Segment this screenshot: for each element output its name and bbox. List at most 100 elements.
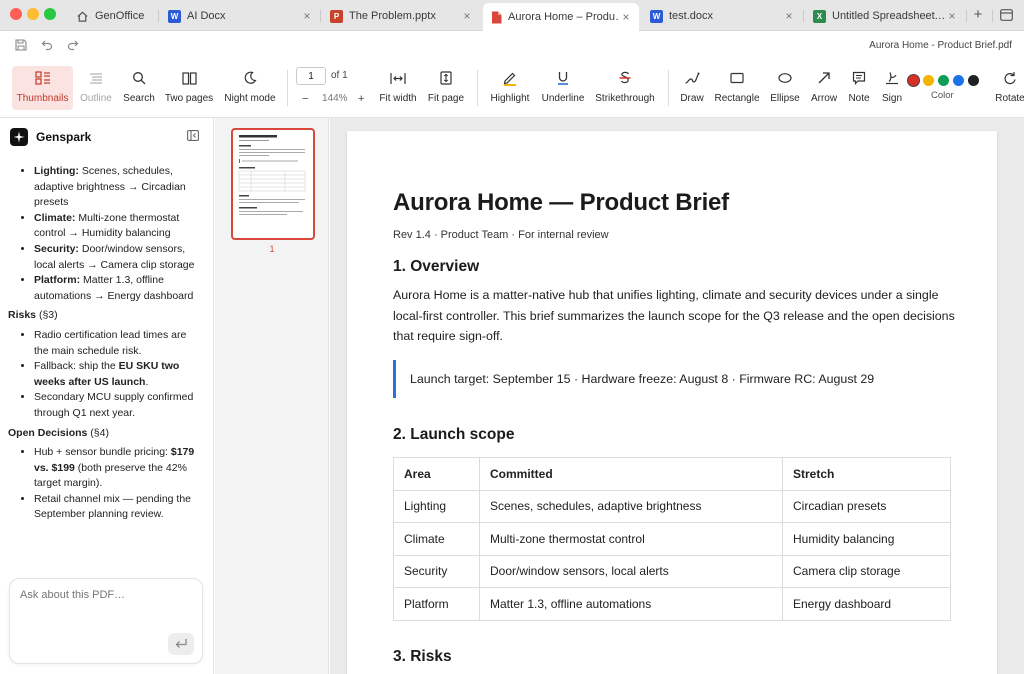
note-button[interactable]: Note (846, 66, 872, 110)
rotate-button[interactable]: Rotate (990, 66, 1024, 110)
color-swatch-green[interactable] (938, 75, 949, 86)
zoom-in-button[interactable]: + (358, 93, 364, 105)
launch-callout: Launch target: September 15 · Hardware f… (393, 360, 951, 398)
zoom-out-button[interactable]: − (302, 93, 308, 105)
minimize-window-button[interactable] (27, 8, 39, 20)
color-swatch-blue[interactable] (953, 75, 964, 86)
assistant-sidebar: Genspark Lighting: Scenes, schedules, ad… (0, 118, 214, 674)
table-cell: Door/window sensors, local alerts (479, 554, 783, 588)
list-item: Platform: Matter 1.3, offline automation… (34, 273, 200, 304)
table-cell: Circadian presets (782, 489, 951, 523)
table-header-cell: Area (393, 457, 480, 491)
draw-button[interactable]: Draw (678, 66, 706, 110)
page-thumbnail[interactable] (231, 128, 315, 240)
fit-page-icon (440, 66, 452, 90)
tab-label: GenOffice (95, 10, 145, 22)
zoom-level: 144% (322, 93, 348, 104)
open-decisions-list: Hub + sensor bundle pricing: $179 vs. $1… (20, 445, 200, 523)
table-row: Security Door/window sensors, local aler… (393, 554, 951, 588)
table-cell: Energy dashboard (782, 587, 951, 621)
tab-genoffice[interactable]: GenOffice (68, 3, 156, 29)
table-cell: Climate (393, 522, 480, 556)
color-swatch-black[interactable] (968, 75, 979, 86)
tab-close-icon[interactable]: × (460, 9, 474, 23)
maximize-window-button[interactable] (44, 8, 56, 20)
tab-divider (966, 10, 967, 22)
strikethrough-button[interactable]: Strikethrough (594, 66, 656, 110)
table-row: Climate Multi-zone thermostat control Hu… (393, 522, 951, 556)
table-cell: Scenes, schedules, adaptive brightness (479, 489, 783, 523)
save-icon[interactable] (15, 39, 27, 51)
redo-icon[interactable] (67, 39, 79, 51)
open-decisions-heading: Open Decisions (§4) (8, 426, 109, 439)
document-viewer[interactable]: Aurora Home — Product Brief Rev 1.4 · Pr… (330, 118, 1024, 674)
strikethrough-label: Strikethrough (595, 93, 655, 104)
list-item: Hub + sensor bundle pricing: $179 vs. $1… (34, 445, 200, 492)
list-item: Fallback: ship the EU SKU two weeks afte… (34, 359, 200, 390)
two-pages-label: Two pages (164, 93, 214, 104)
table-cell: Matter 1.3, offline automations (479, 587, 783, 621)
rectangle-icon (730, 66, 744, 90)
outline-button[interactable]: Outline (78, 66, 114, 110)
tab-the-problem-pptx[interactable]: P The Problem.pptx × (322, 3, 480, 29)
search-button[interactable]: Search (121, 66, 157, 110)
table-cell: Camera clip storage (782, 554, 951, 588)
word-doc-icon: W (650, 9, 663, 23)
arrow-button[interactable]: Arrow (809, 66, 839, 110)
table-header-row: Area Committed Stretch (393, 457, 951, 491)
fit-page-button[interactable]: Fit page (426, 66, 466, 110)
tab-close-icon[interactable]: × (619, 10, 633, 24)
tab-close-icon[interactable]: × (300, 9, 314, 23)
sign-button[interactable]: Sign (879, 66, 905, 110)
highlight-button[interactable]: Highlight (489, 66, 531, 110)
page-number-input[interactable] (296, 67, 326, 85)
chat-input[interactable] (20, 589, 190, 601)
tab-bar: GenOffice W AI Docx × P The Problem.pptx… (0, 0, 1024, 31)
fit-width-button[interactable]: Fit width (376, 66, 420, 110)
sidebar-toggle-icon[interactable] (1000, 9, 1013, 21)
new-tab-button[interactable]: + (970, 6, 986, 24)
outline-label: Outline (80, 93, 112, 104)
tab-label: Aurora Home – Produ… (508, 11, 619, 23)
collapse-panel-icon[interactable] (187, 130, 199, 141)
page-count: of 1 (331, 70, 348, 81)
tab-test-docx[interactable]: W test.docx × (642, 3, 802, 29)
close-window-button[interactable] (10, 8, 22, 20)
thumbnails-label: Thumbnails (16, 93, 69, 104)
table-cell: Security (393, 554, 480, 588)
thumbnail-page-number: 1 (269, 244, 275, 254)
tab-ai-docx[interactable]: W AI Docx × (160, 3, 320, 29)
list-item: Secondary MCU supply confirmed through Q… (34, 390, 200, 421)
genspark-logo-icon (10, 128, 28, 146)
tab-close-icon[interactable]: × (945, 9, 959, 23)
tab-label: test.docx (669, 10, 714, 22)
signature-icon (885, 66, 899, 90)
table-cell: Lighting (393, 489, 480, 523)
strikethrough-icon (618, 66, 632, 90)
fit-page-label: Fit page (427, 93, 465, 104)
table-cell: Humidity balancing (782, 522, 951, 556)
color-swatch-yellow[interactable] (923, 75, 934, 86)
fit-width-icon (390, 66, 406, 90)
sidebar-app-name: Genspark (36, 130, 92, 144)
color-label: Color (931, 90, 954, 101)
night-mode-button[interactable]: Night mode (222, 66, 278, 110)
send-button[interactable] (168, 633, 194, 655)
tab-close-icon[interactable]: × (782, 9, 796, 23)
title-row: Aurora Home - Product Brief.pdf (0, 31, 1024, 60)
color-swatch-red[interactable] (908, 75, 919, 86)
rotate-label: Rotate (995, 93, 1024, 104)
ellipse-button[interactable]: Ellipse (768, 66, 802, 110)
list-item: Retail channel mix — pending the Septemb… (34, 492, 200, 523)
two-pages-button[interactable]: Two pages (164, 66, 214, 110)
rectangle-button[interactable]: Rectangle (714, 66, 760, 110)
arrow-icon (817, 66, 831, 90)
rectangle-label: Rectangle (714, 93, 760, 104)
tab-untitled-spreadsheet[interactable]: X Untitled Spreadsheet.… × (805, 3, 965, 29)
underline-button[interactable]: Underline (540, 66, 586, 110)
tab-aurora-home-pdf[interactable]: Aurora Home – Produ… × (483, 3, 639, 31)
thumbnails-button[interactable]: Thumbnails (12, 66, 73, 110)
rotate-icon (1003, 66, 1017, 90)
chat-box (9, 578, 203, 664)
undo-icon[interactable] (41, 39, 53, 51)
